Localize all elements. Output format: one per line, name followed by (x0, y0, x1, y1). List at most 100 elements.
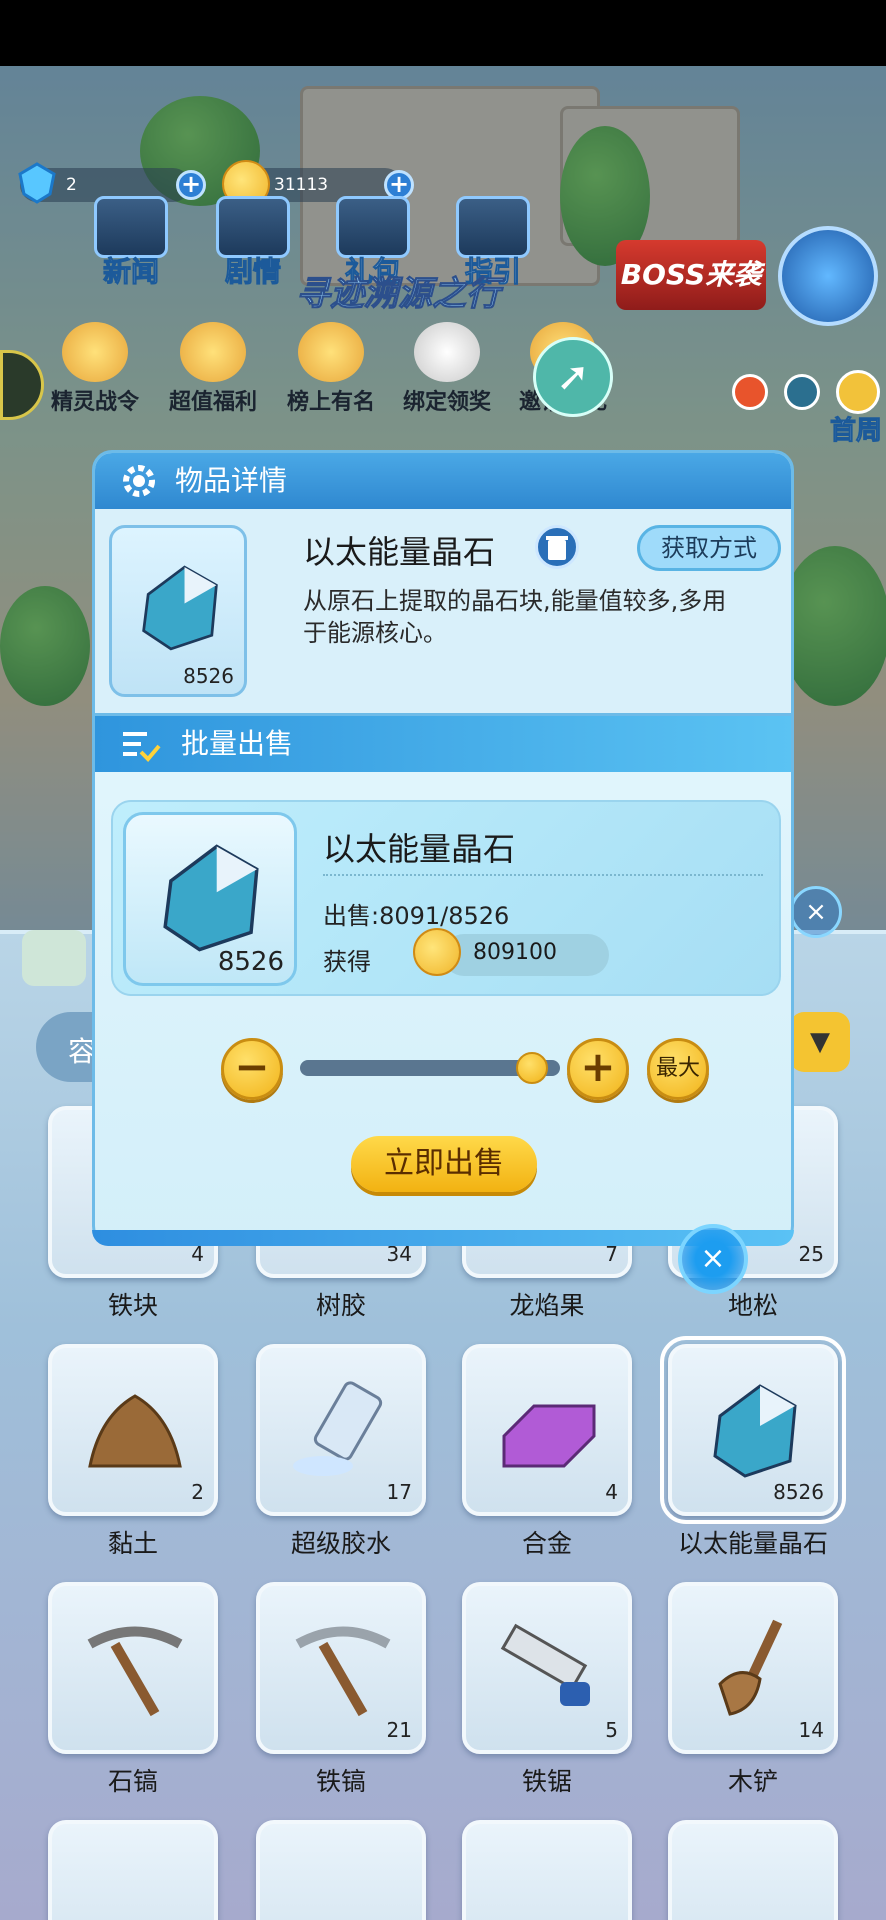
item-slot[interactable] (668, 1820, 838, 1920)
gem-icon (18, 162, 56, 204)
item-slot-selected[interactable]: 8526 (660, 1336, 846, 1524)
item-detail-dialog: 物品详情 8526 以太能量晶石 获取方式 从原石上提取的晶石块,能量值较多,多… (92, 450, 794, 716)
item-name: 木铲 (727, 1767, 778, 1796)
gain-value: 809100 (473, 940, 557, 965)
detail-item-count: 8526 (183, 664, 234, 688)
item-slot[interactable]: 2 (48, 1344, 218, 1516)
item-name: 地松 (727, 1291, 778, 1320)
item-slot[interactable] (48, 1820, 218, 1920)
bind-reward-button[interactable]: 绑定领奖 (392, 322, 502, 416)
item-slot[interactable] (256, 1820, 426, 1920)
battle-pass-button[interactable]: 精灵战令 (40, 322, 150, 416)
news-label: 新闻 (102, 255, 159, 289)
close-icon[interactable]: × (678, 1224, 748, 1294)
iron-pickaxe-icon (295, 1626, 391, 1717)
gear-icon (123, 465, 155, 497)
map-label: 首周 (829, 416, 883, 447)
sell-list-icon (123, 732, 161, 762)
sell-now-button[interactable]: 立即出售 (351, 1136, 537, 1192)
event-banner[interactable]: 寻迹溯源之行 (296, 266, 501, 315)
coin-count: 31113 (274, 175, 329, 195)
item-count: 14 (798, 1718, 824, 1742)
leaderboard-label: 榜上有名 (286, 390, 375, 415)
stone-pickaxe-icon (87, 1626, 183, 1717)
crystal-icon (142, 565, 218, 651)
cat-coin-icon (413, 928, 461, 976)
crystal-icon (713, 1384, 797, 1478)
item-slot[interactable] (48, 1582, 218, 1754)
story-icon (216, 196, 290, 258)
item-detail-header: 物品详情 (95, 453, 791, 509)
background-close-icon[interactable]: × (790, 886, 842, 938)
dropdown-icon[interactable]: ▼ (790, 1012, 850, 1072)
item-count: 21 (386, 1718, 412, 1742)
item-count: 25 (798, 1242, 824, 1266)
rocket-icon[interactable]: ➚ (533, 337, 613, 417)
decrease-button[interactable]: − (221, 1038, 283, 1100)
boss-event-button[interactable]: BOSS来袭 (616, 240, 766, 310)
glue-tube-icon (293, 1381, 383, 1476)
detail-description: 从原石上提取的晶石块,能量值较多,多用于能源核心。 (303, 587, 727, 647)
menu-icon[interactable] (836, 370, 880, 414)
detail-item-name: 以太能量晶石 (303, 533, 496, 571)
news-icon (94, 196, 168, 258)
avatar-icon[interactable] (784, 374, 820, 410)
item-name: 以太能量晶石 (677, 1529, 828, 1558)
item-name: 黏土 (107, 1529, 158, 1558)
battery-tab-icon[interactable] (22, 930, 86, 986)
item-name: 超级胶水 (290, 1529, 391, 1558)
item-count: 8526 (773, 1480, 824, 1504)
sell-item-count: 8526 (217, 947, 284, 977)
item-name: 铁镐 (315, 1767, 366, 1796)
quantity-slider[interactable] (300, 1052, 560, 1084)
item-slot[interactable]: 17 (256, 1344, 426, 1516)
leaderboard-button[interactable]: 榜上有名 (276, 322, 386, 416)
item-count: 5 (605, 1718, 618, 1742)
sell-quantity-text: 出售:8091/8526 (323, 902, 510, 930)
gain-label: 获得 (323, 948, 371, 976)
item-name: 龙焰果 (509, 1291, 585, 1320)
value-bonus-button[interactable]: 超值福利 (158, 322, 268, 416)
alloy-bar-icon (502, 1404, 596, 1468)
crystal-icon (163, 844, 259, 952)
item-name: 铁块 (107, 1291, 158, 1320)
slider-thumb[interactable] (516, 1052, 549, 1084)
detail-item-icon: 8526 (109, 525, 247, 697)
max-button[interactable]: 最大 (647, 1038, 709, 1100)
item-count: 17 (386, 1480, 412, 1504)
item-slot[interactable]: 21 (256, 1582, 426, 1754)
divider (323, 874, 763, 876)
panda-icon (414, 322, 480, 382)
item-slot[interactable]: 4 (462, 1344, 632, 1516)
increase-button[interactable]: + (567, 1038, 629, 1100)
item-count: 2 (191, 1480, 204, 1504)
item-name: 合金 (521, 1529, 572, 1558)
bulk-sell-header: 批量出售 (95, 716, 791, 772)
iron-saw-icon (500, 1623, 590, 1706)
trash-icon[interactable] (535, 525, 579, 569)
bulk-sell-dialog: 批量出售 8526 以太能量晶石 出售:8091/8526 获得 809100 … (92, 716, 794, 1246)
battle-pass-label: 精灵战令 (50, 390, 139, 415)
news-button[interactable]: 新闻 (86, 196, 176, 290)
story-button[interactable]: 剧情 (208, 196, 298, 290)
add-gems-button[interactable]: + (176, 170, 206, 200)
trophy-icon (298, 322, 364, 382)
item-name: 树胶 (315, 1291, 366, 1320)
battle-pass-icon (62, 322, 128, 382)
gift-icon (336, 196, 410, 258)
guide-icon (456, 196, 530, 258)
gift-box-icon (180, 322, 246, 382)
value-bonus-label: 超值福利 (168, 390, 257, 415)
acquire-method-button[interactable]: 获取方式 (637, 525, 781, 571)
item-slot[interactable]: 14 (668, 1582, 838, 1754)
sell-item-icon: 8526 (123, 812, 297, 986)
status-bar (0, 0, 886, 66)
gem-count: 2 (66, 175, 77, 195)
clay-icon (88, 1394, 182, 1468)
item-slot[interactable] (462, 1820, 632, 1920)
item-slot[interactable]: 5 (462, 1582, 632, 1754)
map-icon[interactable] (778, 226, 878, 326)
mute-icon[interactable] (732, 374, 768, 410)
item-detail-title: 物品详情 (175, 464, 288, 497)
item-name: 石镐 (107, 1767, 158, 1796)
